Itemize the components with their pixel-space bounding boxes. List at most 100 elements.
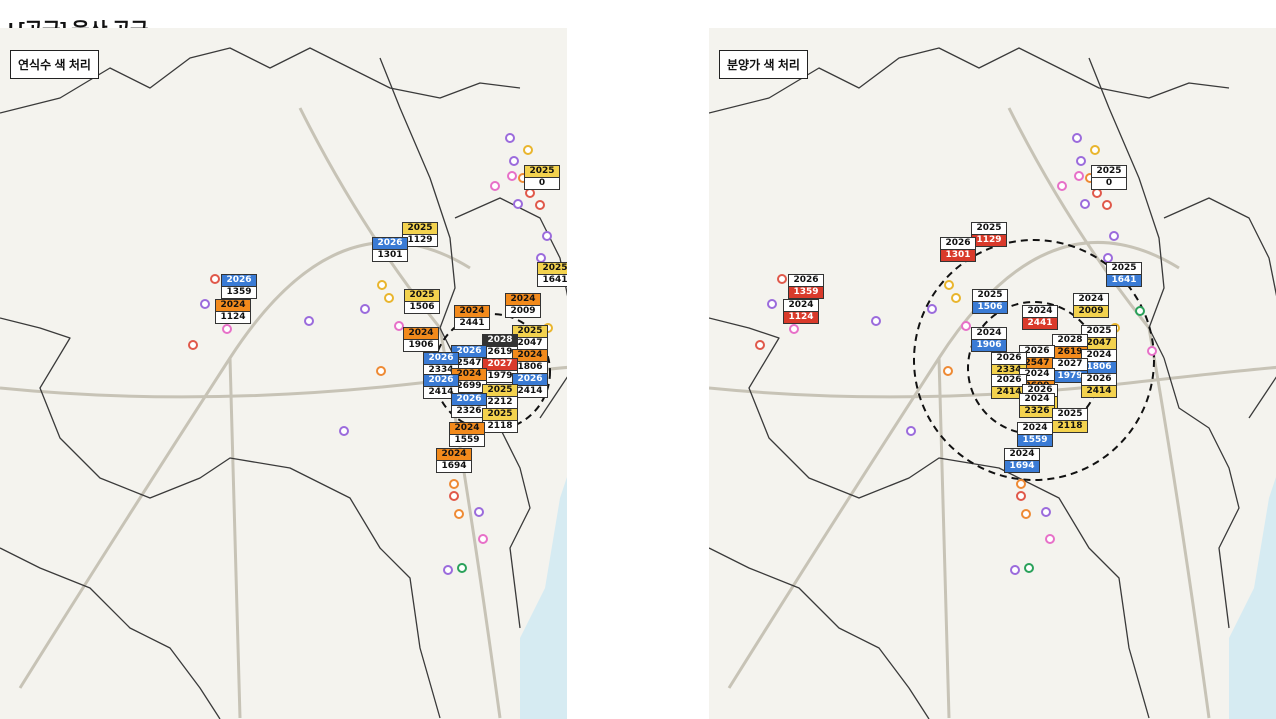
supply-tag[interactable]: 2024 1124 [783, 299, 819, 324]
supply-tag[interactable]: 2025 1506 [404, 289, 440, 314]
location-pin[interactable] [210, 274, 220, 284]
supply-tag[interactable]: 2025 2118 [1052, 408, 1088, 433]
supply-tag[interactable]: 2024 2441 [454, 305, 490, 330]
supply-year: 2026 [788, 274, 824, 286]
location-pin[interactable] [1147, 346, 1157, 356]
location-pin[interactable] [871, 316, 881, 326]
location-pin[interactable] [523, 145, 533, 155]
location-pin[interactable] [777, 274, 787, 284]
location-pin[interactable] [449, 479, 459, 489]
location-pin[interactable] [443, 565, 453, 575]
supply-tag[interactable]: 2025 1641 [537, 262, 567, 287]
location-pin[interactable] [376, 366, 386, 376]
supply-tag[interactable]: 2026 1301 [372, 237, 408, 262]
location-pin[interactable] [1072, 133, 1082, 143]
location-pin[interactable] [1076, 156, 1086, 166]
location-pin[interactable] [1024, 563, 1034, 573]
supply-tag[interactable]: 2024 1694 [436, 448, 472, 473]
location-pin[interactable] [1016, 491, 1026, 501]
location-pin[interactable] [542, 231, 552, 241]
supply-units: 2118 [1052, 420, 1088, 433]
supply-year: 2024 [783, 299, 819, 311]
map-panel-left[interactable]: 연식수 색 처리 2025 0 2025 1129 2026 1301 2026 1359 20… [0, 28, 567, 719]
supply-units: 1641 [537, 274, 567, 287]
supply-year: 2024 [454, 305, 490, 317]
supply-tag[interactable]: 2025 0 [1091, 165, 1127, 190]
location-pin[interactable] [449, 491, 459, 501]
location-pin[interactable] [1045, 534, 1055, 544]
supply-tag[interactable]: 2024 1906 [403, 327, 439, 352]
location-pin[interactable] [1102, 200, 1112, 210]
location-pin[interactable] [222, 324, 232, 334]
supply-units: 2441 [1022, 317, 1058, 330]
location-pin[interactable] [1041, 507, 1051, 517]
location-pin[interactable] [1010, 565, 1020, 575]
supply-tag[interactable]: 2024 2009 [505, 293, 541, 318]
location-pin[interactable] [454, 509, 464, 519]
supply-units: 1124 [783, 311, 819, 324]
supply-year: 2026 [372, 237, 408, 249]
supply-tag[interactable]: 2024 1559 [449, 422, 485, 447]
location-pin[interactable] [755, 340, 765, 350]
location-pin[interactable] [457, 563, 467, 573]
supply-tag[interactable]: 2026 1359 [788, 274, 824, 299]
location-pin[interactable] [944, 280, 954, 290]
supply-tag[interactable]: 2024 2326 [1019, 393, 1055, 418]
location-pin[interactable] [1109, 231, 1119, 241]
location-pin[interactable] [767, 299, 777, 309]
location-pin[interactable] [339, 426, 349, 436]
location-pin[interactable] [1090, 145, 1100, 155]
location-pin[interactable] [535, 200, 545, 210]
supply-year: 2025 [1052, 408, 1088, 420]
location-pin[interactable] [474, 507, 484, 517]
location-pin[interactable] [384, 293, 394, 303]
location-pin[interactable] [1135, 306, 1145, 316]
supply-units: 1694 [1004, 460, 1040, 473]
location-pin[interactable] [513, 199, 523, 209]
supply-tag[interactable]: 2026 1301 [940, 237, 976, 262]
supply-tag[interactable]: 2024 1906 [971, 327, 1007, 352]
location-pin[interactable] [490, 181, 500, 191]
location-pin[interactable] [1021, 509, 1031, 519]
supply-units: 2326 [1019, 405, 1055, 418]
location-pin[interactable] [927, 304, 937, 314]
supply-tag[interactable]: 2025 1506 [972, 289, 1008, 314]
supply-tag[interactable]: 2024 2009 [1073, 293, 1109, 318]
location-pin[interactable] [377, 280, 387, 290]
location-pin[interactable] [507, 171, 517, 181]
supply-units: 1559 [449, 434, 485, 447]
supply-tag[interactable]: 2024 1694 [1004, 448, 1040, 473]
supply-tag[interactable]: 2024 1559 [1017, 422, 1053, 447]
location-pin[interactable] [1057, 181, 1067, 191]
location-pin[interactable] [304, 316, 314, 326]
supply-tag[interactable]: 2025 1129 [971, 222, 1007, 247]
location-pin[interactable] [360, 304, 370, 314]
location-pin[interactable] [478, 534, 488, 544]
location-pin[interactable] [1080, 199, 1090, 209]
location-pin[interactable] [951, 293, 961, 303]
location-pin[interactable] [1074, 171, 1084, 181]
location-pin[interactable] [1016, 479, 1026, 489]
supply-tag[interactable]: 2025 0 [524, 165, 560, 190]
supply-year: 2024 [1017, 422, 1053, 434]
supply-year: 2024 [449, 422, 485, 434]
location-pin[interactable] [509, 156, 519, 166]
map-panel-right[interactable]: 분양가 색 처리 2025 0 2025 1129 2026 1301 2026 1359 20… [709, 28, 1276, 719]
location-pin[interactable] [789, 324, 799, 334]
supply-year: 2025 [1091, 165, 1127, 177]
supply-units: 1301 [940, 249, 976, 262]
location-pin[interactable] [906, 426, 916, 436]
supply-tag[interactable]: 2026 1359 [221, 274, 257, 299]
supply-units: 1641 [1106, 274, 1142, 287]
supply-tag[interactable]: 2024 1124 [215, 299, 251, 324]
supply-tag[interactable]: 2025 2212 [482, 384, 518, 409]
location-pin[interactable] [200, 299, 210, 309]
location-pin[interactable] [505, 133, 515, 143]
location-pin[interactable] [188, 340, 198, 350]
location-pin[interactable] [961, 321, 971, 331]
supply-tag[interactable]: 2024 2441 [1022, 305, 1058, 330]
supply-tag[interactable]: 2026 2414 [1081, 373, 1117, 398]
location-pin[interactable] [943, 366, 953, 376]
supply-tag[interactable]: 2025 2118 [482, 408, 518, 433]
supply-tag[interactable]: 2025 1641 [1106, 262, 1142, 287]
